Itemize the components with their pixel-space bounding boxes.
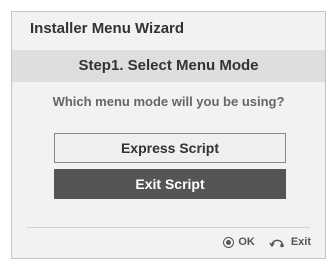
ok-hint: OK (223, 236, 255, 248)
ok-circle-icon (223, 236, 235, 248)
footer-hints: OK Exit (223, 232, 311, 252)
exit-label: Exit (290, 236, 311, 248)
back-return-icon (269, 239, 284, 248)
footer-divider (27, 227, 310, 228)
question-text: Which menu mode will you be using? (52, 94, 285, 109)
exit-script-button[interactable]: Exit Script (54, 169, 286, 199)
ok-label: OK (238, 236, 255, 248)
express-script-button[interactable]: Express Script (54, 133, 286, 163)
exit-hint: Exit (269, 236, 311, 248)
dialog-title: Installer Menu Wizard (30, 20, 185, 37)
step-header: Step1. Select Menu Mode (12, 50, 325, 82)
installer-dialog: Installer Menu Wizard Step1. Select Menu… (11, 11, 326, 259)
